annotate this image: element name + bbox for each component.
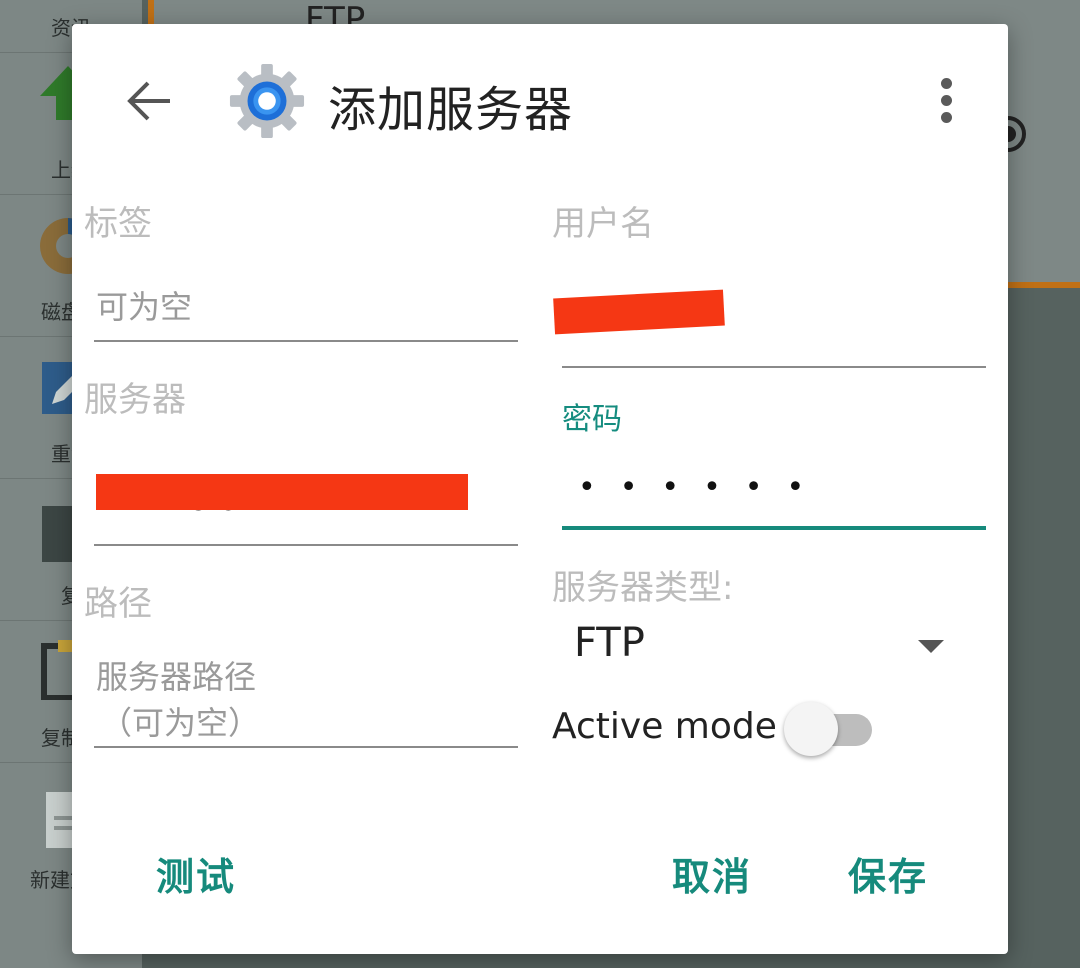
more-options-icon[interactable] [936, 78, 956, 124]
gear-icon [229, 63, 305, 139]
dialog-title: 添加服务器 [328, 82, 574, 138]
password-field-input[interactable]: •••••• [578, 470, 828, 505]
path-field-input-hint: （可为空） [100, 704, 261, 742]
server-type-select[interactable]: FTP [574, 620, 645, 666]
dropdown-arrow-icon[interactable] [918, 640, 944, 653]
path-field-input[interactable]: 服务器路径 [96, 652, 256, 698]
cancel-button[interactable]: 取消 [672, 846, 752, 901]
server-type-label: 服务器类型: [552, 568, 734, 608]
server-field-label: 服务器 [84, 380, 186, 420]
username-field-label: 用户名 [552, 204, 654, 244]
username-field-input[interactable] [553, 289, 725, 335]
add-server-dialog: 添加服务器 标签 可为空 服务器 172.16.0.24 路径 服务器路径 （可… [72, 24, 1008, 954]
active-mode-toggle-thumb[interactable] [784, 702, 838, 756]
path-field-label: 路径 [84, 584, 152, 624]
password-field-label: 密码 [562, 402, 622, 437]
redaction-mark [96, 474, 468, 510]
label-field-underline [94, 340, 518, 342]
label-field-input[interactable]: 可为空 [96, 282, 192, 328]
active-mode-label: Active mode [552, 706, 777, 747]
save-button[interactable]: 保存 [848, 846, 928, 901]
test-button[interactable]: 测试 [156, 846, 236, 901]
back-arrow-icon[interactable] [124, 76, 174, 126]
path-field-underline [94, 746, 518, 748]
username-field-underline [562, 366, 986, 368]
label-field-label: 标签 [84, 204, 152, 244]
password-field-underline [562, 526, 986, 530]
server-field-underline [94, 544, 518, 546]
